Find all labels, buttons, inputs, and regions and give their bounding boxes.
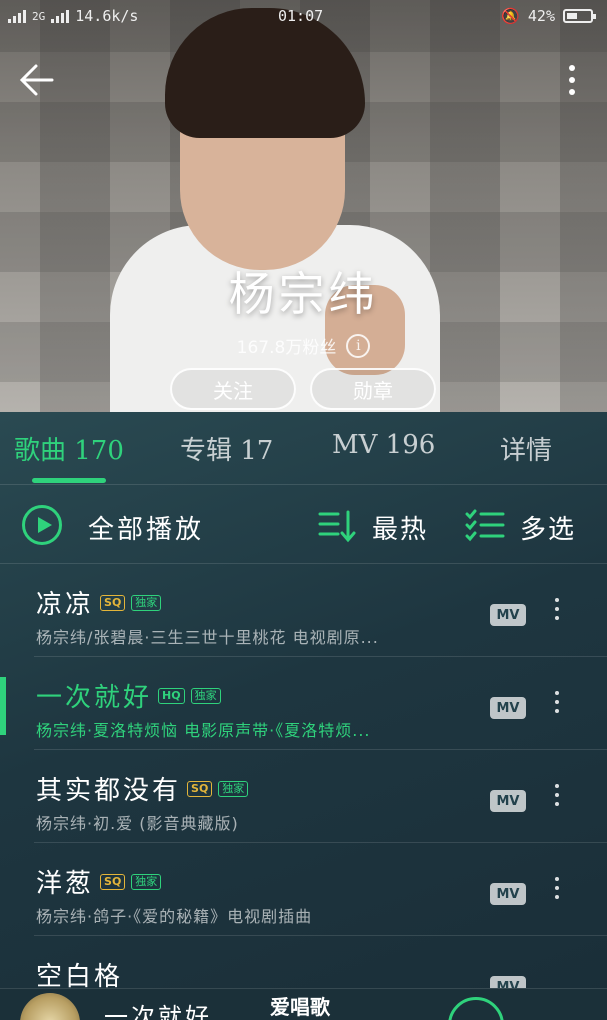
watermark: 爱唱歌 (270, 995, 330, 1019)
follow-button[interactable]: 关注 (170, 368, 296, 410)
back-arrow-icon[interactable] (18, 60, 58, 100)
sort-hot-button[interactable]: 最热 (372, 509, 428, 546)
song-more-icon[interactable] (552, 877, 562, 907)
info-icon[interactable]: i (346, 333, 371, 358)
song-title: 凉凉 (36, 590, 95, 620)
song-row[interactable]: 空白格 MV (34, 936, 607, 998)
exclusive-badge: 独家 (131, 594, 162, 611)
song-row[interactable]: 其实都没有 SQ 独家 杨宗纬·初.爱 (影音典藏版) MV (34, 750, 607, 843)
mv-button[interactable]: MV (490, 790, 526, 812)
tab-indicator (32, 478, 106, 483)
more-vertical-icon[interactable] (560, 60, 584, 100)
tab-details[interactable]: 详情 (500, 430, 552, 467)
now-playing-title: 一次就好 (104, 1003, 212, 1020)
song-title: 洋葱 (36, 869, 95, 899)
song-toolbar: 全部播放 最热 多选 (0, 484, 607, 564)
song-subtitle: 杨宗纬·夏洛特烦恼 电影原声带·《夏洛特烦... (36, 721, 371, 740)
content-panel: 歌曲 170 专辑 17 MV 196 详情 全部播放 最热 多选 凉凉 SQ … (0, 412, 607, 1020)
song-row[interactable]: 凉凉 SQ 独家 杨宗纬/张碧晨·三生三世十里桃花 电视剧原... MV (34, 564, 607, 657)
album-cover-thumbnail[interactable] (20, 993, 80, 1020)
tab-bar: 歌曲 170 专辑 17 MV 196 详情 (0, 412, 607, 484)
play-pause-icon[interactable] (448, 997, 504, 1020)
song-subtitle: 杨宗纬·初.爱 (影音典藏版) (36, 814, 239, 833)
quality-badge: SQ (187, 780, 213, 797)
song-more-icon[interactable] (552, 784, 562, 814)
multi-select-button[interactable]: 多选 (520, 509, 576, 546)
mini-player[interactable]: 一次就好 爱唱歌 (0, 988, 607, 1020)
clock: 01:07 (278, 7, 324, 25)
signal-icon (8, 9, 26, 23)
medal-button[interactable]: 勋章 (310, 368, 436, 410)
song-list: 凉凉 SQ 独家 杨宗纬/张碧晨·三生三世十里桃花 电视剧原... MV 一次就… (0, 564, 607, 998)
quality-badge: SQ (100, 873, 126, 890)
song-more-icon[interactable] (552, 598, 562, 628)
fan-count-row: 167.8万粉丝 i (0, 333, 607, 358)
bell-muted-icon: 🔕 (501, 7, 520, 25)
song-subtitle: 杨宗纬·鸽子·《爱的秘籍》电视剧插曲 (36, 907, 313, 926)
network-speed: 14.6k/s (75, 7, 139, 25)
exclusive-badge: 独家 (131, 873, 162, 890)
quality-badge: HQ (158, 687, 185, 704)
song-more-icon[interactable] (552, 691, 562, 721)
song-title: 其实都没有 (36, 776, 182, 806)
mv-button[interactable]: MV (490, 604, 526, 626)
network-type: 2G (32, 9, 46, 23)
exclusive-badge: 独家 (218, 780, 249, 797)
sort-icon[interactable] (318, 509, 358, 543)
tab-albums[interactable]: 专辑 17 (180, 430, 273, 467)
quality-badge: SQ (100, 594, 126, 611)
fan-count: 167.8万粉丝 (236, 338, 337, 358)
status-bar: 2G 14.6k/s 01:07 🔕 42% (0, 0, 607, 32)
exclusive-badge: 独家 (190, 687, 221, 704)
play-all-button[interactable]: 全部播放 (88, 509, 204, 546)
artist-header: 2G 14.6k/s 01:07 🔕 42% 杨宗纬 167.8万粉丝 i 关注… (0, 0, 607, 412)
multi-select-icon[interactable] (465, 509, 505, 543)
signal-icon-2 (51, 9, 70, 23)
mv-button[interactable]: MV (490, 883, 526, 905)
song-subtitle: 杨宗纬/张碧晨·三生三世十里桃花 电视剧原... (36, 628, 379, 647)
play-circle-icon[interactable] (22, 505, 62, 545)
song-title: 一次就好 (36, 683, 153, 713)
mv-button[interactable]: MV (490, 697, 526, 719)
artist-name: 杨宗纬 (228, 267, 379, 321)
tab-mv[interactable]: MV 196 (332, 430, 435, 460)
battery-percent: 42% (527, 7, 555, 25)
tab-songs[interactable]: 歌曲 170 (14, 430, 124, 467)
song-row[interactable]: 洋葱 SQ 独家 杨宗纬·鸽子·《爱的秘籍》电视剧插曲 MV (34, 843, 607, 936)
song-row[interactable]: 一次就好 HQ 独家 杨宗纬·夏洛特烦恼 电影原声带·《夏洛特烦... MV (0, 657, 607, 750)
battery-icon (563, 9, 596, 23)
